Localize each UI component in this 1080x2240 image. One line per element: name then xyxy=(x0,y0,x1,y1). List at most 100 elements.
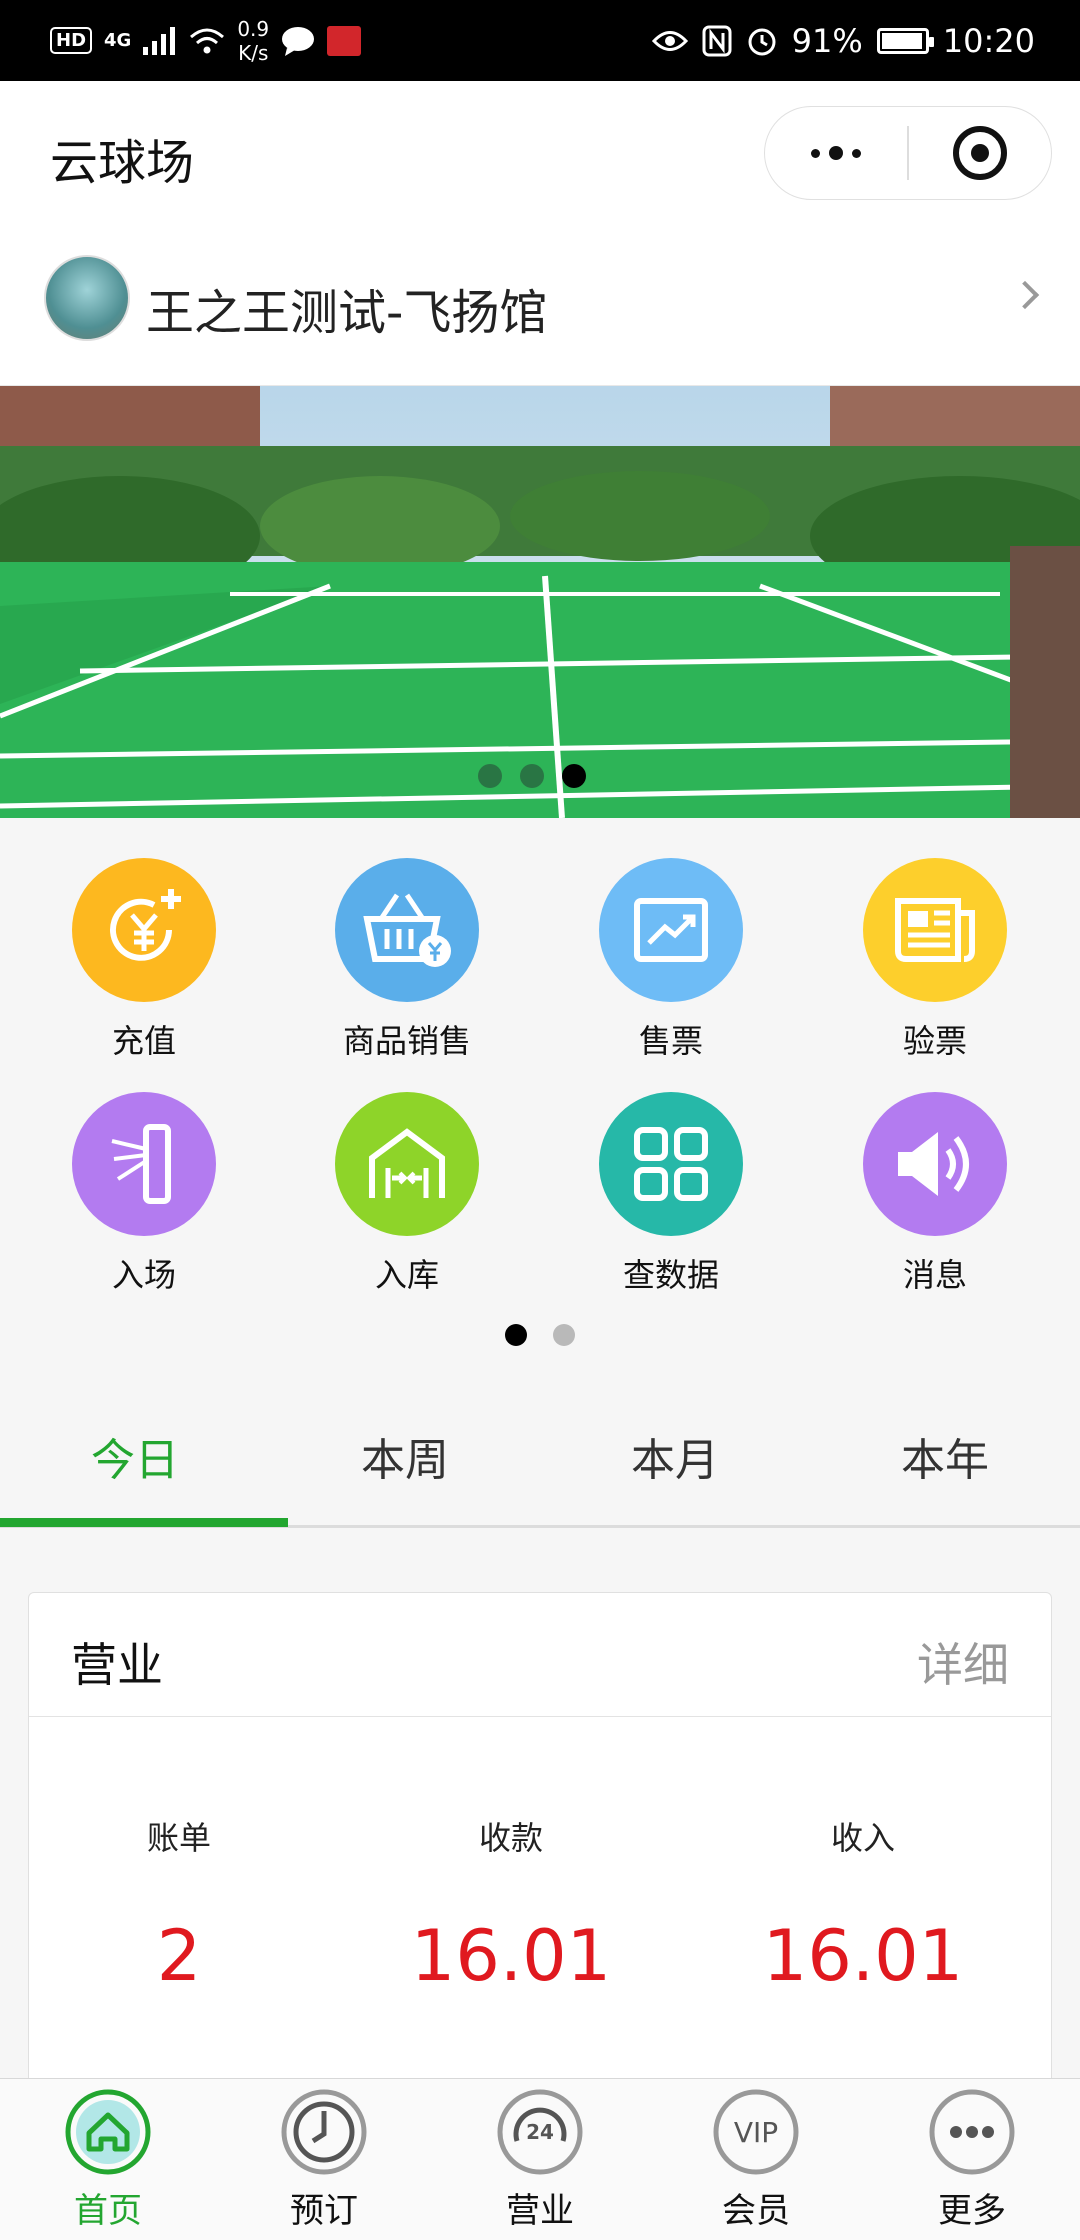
battery-percent: 91% xyxy=(791,21,863,60)
vip-icon: VIP xyxy=(713,2089,799,2175)
venue-selector[interactable]: 王之王测试-飞扬馆 xyxy=(0,231,1080,386)
network-speed: 0.9 K/s xyxy=(237,17,269,65)
banner-pagination xyxy=(478,764,586,788)
24h-icon: 24 xyxy=(497,2089,583,2175)
stat-label: 收入 xyxy=(830,1819,895,1857)
stat-income: 收入 16.01 xyxy=(713,1813,1013,1997)
more-icon xyxy=(929,2089,1015,2175)
chevron-right-icon xyxy=(1010,280,1040,310)
svg-text:24: 24 xyxy=(526,2120,554,2144)
period-tabs: 今日 本周 本月 本年 xyxy=(0,1368,1080,1528)
banner-carousel[interactable] xyxy=(0,386,1080,818)
tab-today[interactable]: 今日 xyxy=(0,1424,270,1488)
function-grid: 充值 商品销售 售票 验票 入场 入库 查数据 消息 xyxy=(0,818,1080,1368)
tab-this-month[interactable]: 本月 xyxy=(540,1424,810,1488)
gate-icon xyxy=(72,1092,216,1236)
grid-item-ticket-sale[interactable]: 售票 xyxy=(571,858,771,1060)
grid-page-dot-1 xyxy=(505,1324,527,1346)
tabbar-home[interactable]: 首页 xyxy=(0,2089,216,2232)
stat-bills: 账单 2 xyxy=(29,1813,329,1997)
tabbar-business[interactable]: 24 营业 xyxy=(432,2089,648,2232)
svg-text:VIP: VIP xyxy=(734,2116,778,2149)
signal-icon xyxy=(143,26,176,55)
banner-dot-1 xyxy=(478,764,502,788)
speed-value: 0.9 xyxy=(237,16,270,41)
alarm-icon xyxy=(748,28,776,55)
battery-icon xyxy=(876,27,934,54)
speed-unit: K/s xyxy=(238,40,269,65)
business-summary-card: 营业 详细 账单 2 收款 16.01 收入 16.01 xyxy=(28,1592,1052,2112)
nfc-icon xyxy=(702,25,732,56)
banner-dot-2 xyxy=(520,764,544,788)
stat-value: 16.01 xyxy=(762,1915,964,1997)
clock-icon xyxy=(281,2089,367,2175)
stat-value: 16.01 xyxy=(410,1915,612,1997)
mini-program-capsule xyxy=(764,106,1052,200)
more-menu-button[interactable] xyxy=(765,107,907,199)
basket-icon xyxy=(335,858,479,1002)
grid-item-label: 验票 xyxy=(902,1022,967,1060)
page-title: 云球场 xyxy=(50,135,195,191)
tabbar-label: 首页 xyxy=(74,2191,142,2231)
venue-name: 王之王测试-飞扬馆 xyxy=(146,285,548,341)
grid-item-label: 消息 xyxy=(902,1256,967,1294)
tabbar-member[interactable]: VIP 会员 xyxy=(648,2089,864,2232)
status-right: 91% 10:20 xyxy=(651,0,1035,81)
grid-item-recharge[interactable]: 充值 xyxy=(44,858,244,1060)
status-bar: HD 4G 0.9 K/s 91% 10:20 xyxy=(0,0,1080,81)
grid-item-label: 入库 xyxy=(374,1256,439,1294)
status-left: HD 4G 0.9 K/s xyxy=(50,0,362,81)
tabbar-label: 更多 xyxy=(938,2191,1006,2231)
stat-label: 账单 xyxy=(146,1819,211,1857)
stat-value: 2 xyxy=(156,1915,202,1997)
venue-avatar xyxy=(44,255,130,341)
detail-link[interactable]: 详细 xyxy=(917,1629,1009,1695)
grid-data-icon xyxy=(599,1092,743,1236)
tabbar-more[interactable]: 更多 xyxy=(864,2089,1080,2232)
grid-item-goods-sale[interactable]: 商品销售 xyxy=(307,858,507,1060)
speaker-icon xyxy=(863,1092,1007,1236)
nav-bar: 云球场 xyxy=(0,81,1080,231)
tab-this-year[interactable]: 本年 xyxy=(810,1424,1080,1488)
close-program-button[interactable] xyxy=(909,107,1051,199)
chart-icon xyxy=(599,858,743,1002)
banner-dot-3 xyxy=(562,764,586,788)
target-icon xyxy=(952,126,1007,180)
wifi-icon xyxy=(190,28,225,53)
grid-item-label: 商品销售 xyxy=(342,1022,471,1060)
app-notification-icon xyxy=(327,25,362,56)
grid-item-warehouse[interactable]: 入库 xyxy=(307,1092,507,1294)
banner-image xyxy=(0,386,1080,818)
home-icon xyxy=(65,2089,151,2175)
tabbar-label: 营业 xyxy=(506,2191,574,2231)
network-type: 4G xyxy=(104,30,132,51)
more-dots-icon xyxy=(811,146,862,160)
clock-time: 10:20 xyxy=(942,21,1035,60)
tabbar-label: 会员 xyxy=(722,2191,790,2231)
grid-item-ticket-check[interactable]: 验票 xyxy=(835,858,1035,1060)
grid-pagination xyxy=(505,1324,575,1346)
active-tab-indicator xyxy=(0,1518,288,1527)
bottom-tab-bar: 首页 预订 24 营业 VIP 会员 更多 xyxy=(0,2078,1080,2240)
grid-item-label: 查数据 xyxy=(622,1256,719,1294)
tab-this-week[interactable]: 本周 xyxy=(270,1424,540,1488)
grid-item-label: 充值 xyxy=(111,1022,176,1060)
grid-page-dot-2 xyxy=(553,1324,575,1346)
tabbar-label: 预订 xyxy=(290,2191,358,2231)
grid-item-data-query[interactable]: 查数据 xyxy=(571,1092,771,1294)
card-header: 营业 详细 xyxy=(29,1593,1051,1717)
stat-payments: 收款 16.01 xyxy=(361,1813,661,1997)
warehouse-icon xyxy=(335,1092,479,1236)
eye-icon xyxy=(651,30,688,51)
newspaper-icon xyxy=(863,858,1007,1002)
card-title: 营业 xyxy=(71,1638,163,1692)
hd-badge: HD xyxy=(50,27,93,54)
grid-item-label: 入场 xyxy=(111,1256,176,1294)
grid-item-messages[interactable]: 消息 xyxy=(835,1092,1035,1294)
grid-item-label: 售票 xyxy=(638,1022,703,1060)
stat-label: 收款 xyxy=(478,1819,543,1857)
grid-item-entry[interactable]: 入场 xyxy=(44,1092,244,1294)
chat-bubble-icon xyxy=(282,26,315,56)
recharge-icon xyxy=(72,858,216,1002)
tabbar-booking[interactable]: 预订 xyxy=(216,2089,432,2232)
